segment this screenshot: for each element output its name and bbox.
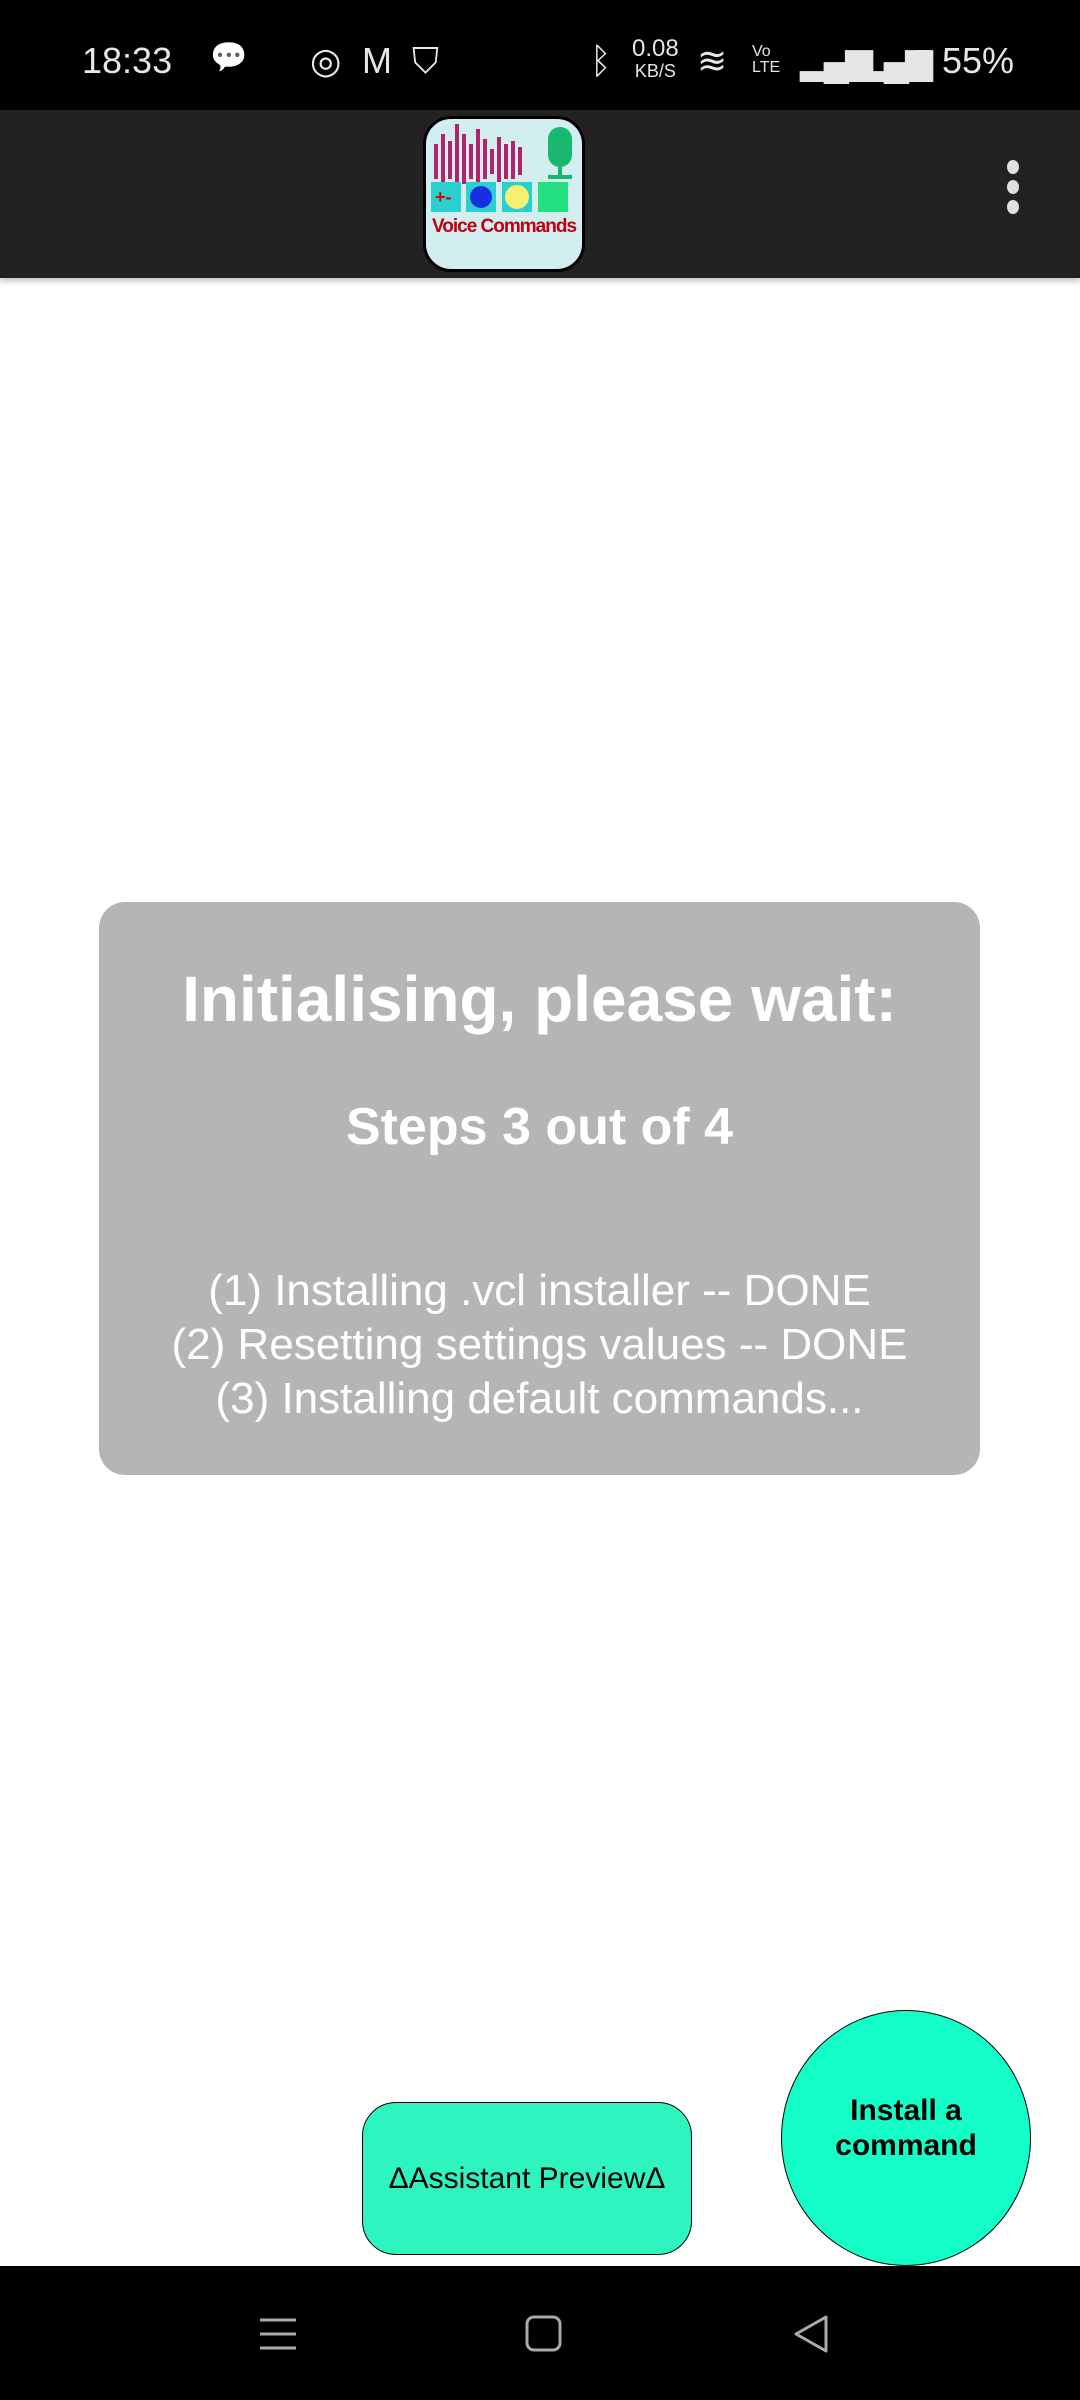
gmail-icon: M — [362, 40, 392, 81]
vpn-shield-icon: ⛉ — [412, 40, 440, 81]
app-bar: +- Voice Commands — [0, 110, 1080, 278]
step-line: (3) Installing default commands... — [215, 1374, 864, 1423]
signal-icon-1: ▂▄▆ — [800, 40, 873, 81]
battery-percent: 55% — [942, 40, 1015, 81]
ring-icon: ◎ — [310, 40, 342, 81]
install-command-button[interactable]: Install a command — [781, 2010, 1031, 2266]
net-speed: 0.08 KB/S — [632, 35, 679, 82]
recents-menu-icon[interactable] — [258, 2314, 298, 2354]
net-speed-value: 0.08 — [632, 35, 679, 62]
battery-icon: ▯ — [912, 40, 932, 81]
navigation-bar — [0, 2266, 1080, 2400]
progress-text: Steps 3 out of 4 — [345, 1098, 734, 1156]
init-progress-card: Initialising, please wait: Steps 3 out o… — [99, 902, 980, 1475]
home-icon[interactable] — [524, 2314, 564, 2354]
card-title: Initialising, please wait: — [182, 963, 897, 1035]
svg-text:+-: +- — [435, 187, 452, 207]
logo-title: Voice Commands — [431, 216, 577, 237]
app-logo: +- Voice Commands — [423, 116, 585, 272]
wifi-icon: ≋ — [697, 40, 728, 81]
volte-icon: Vo LTE — [752, 43, 781, 76]
step-line: (1) Installing .vcl installer -- DONE — [208, 1266, 871, 1315]
step-line: (2) Resetting settings values -- DONE — [171, 1320, 908, 1369]
status-bar: 18:33 💬 ◎ M ⛉ ᛒ 0.08 KB/S ≋ Vo LTE ▂▄▆ ▂▄… — [0, 0, 1080, 110]
overflow-menu-icon[interactable] — [998, 160, 1028, 230]
chat-bubble-icon: 💬 — [210, 41, 248, 74]
waveform-mic-icon: +- — [431, 124, 572, 212]
back-icon[interactable] — [792, 2314, 832, 2354]
net-speed-unit: KB/S — [634, 61, 676, 81]
bluetooth-icon: ᛒ — [590, 40, 612, 81]
clock: 18:33 — [82, 40, 173, 81]
assistant-preview-button[interactable]: ΔAssistant PreviewΔ — [362, 2102, 692, 2255]
